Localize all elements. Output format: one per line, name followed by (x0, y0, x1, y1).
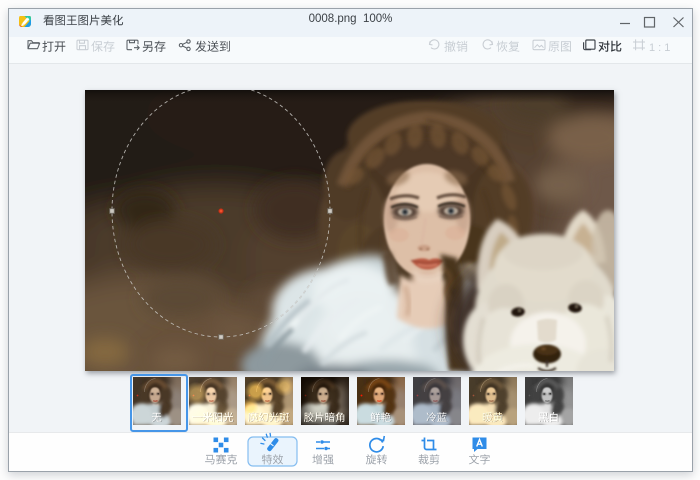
svg-text:1 : 1: 1 : 1 (649, 42, 670, 54)
